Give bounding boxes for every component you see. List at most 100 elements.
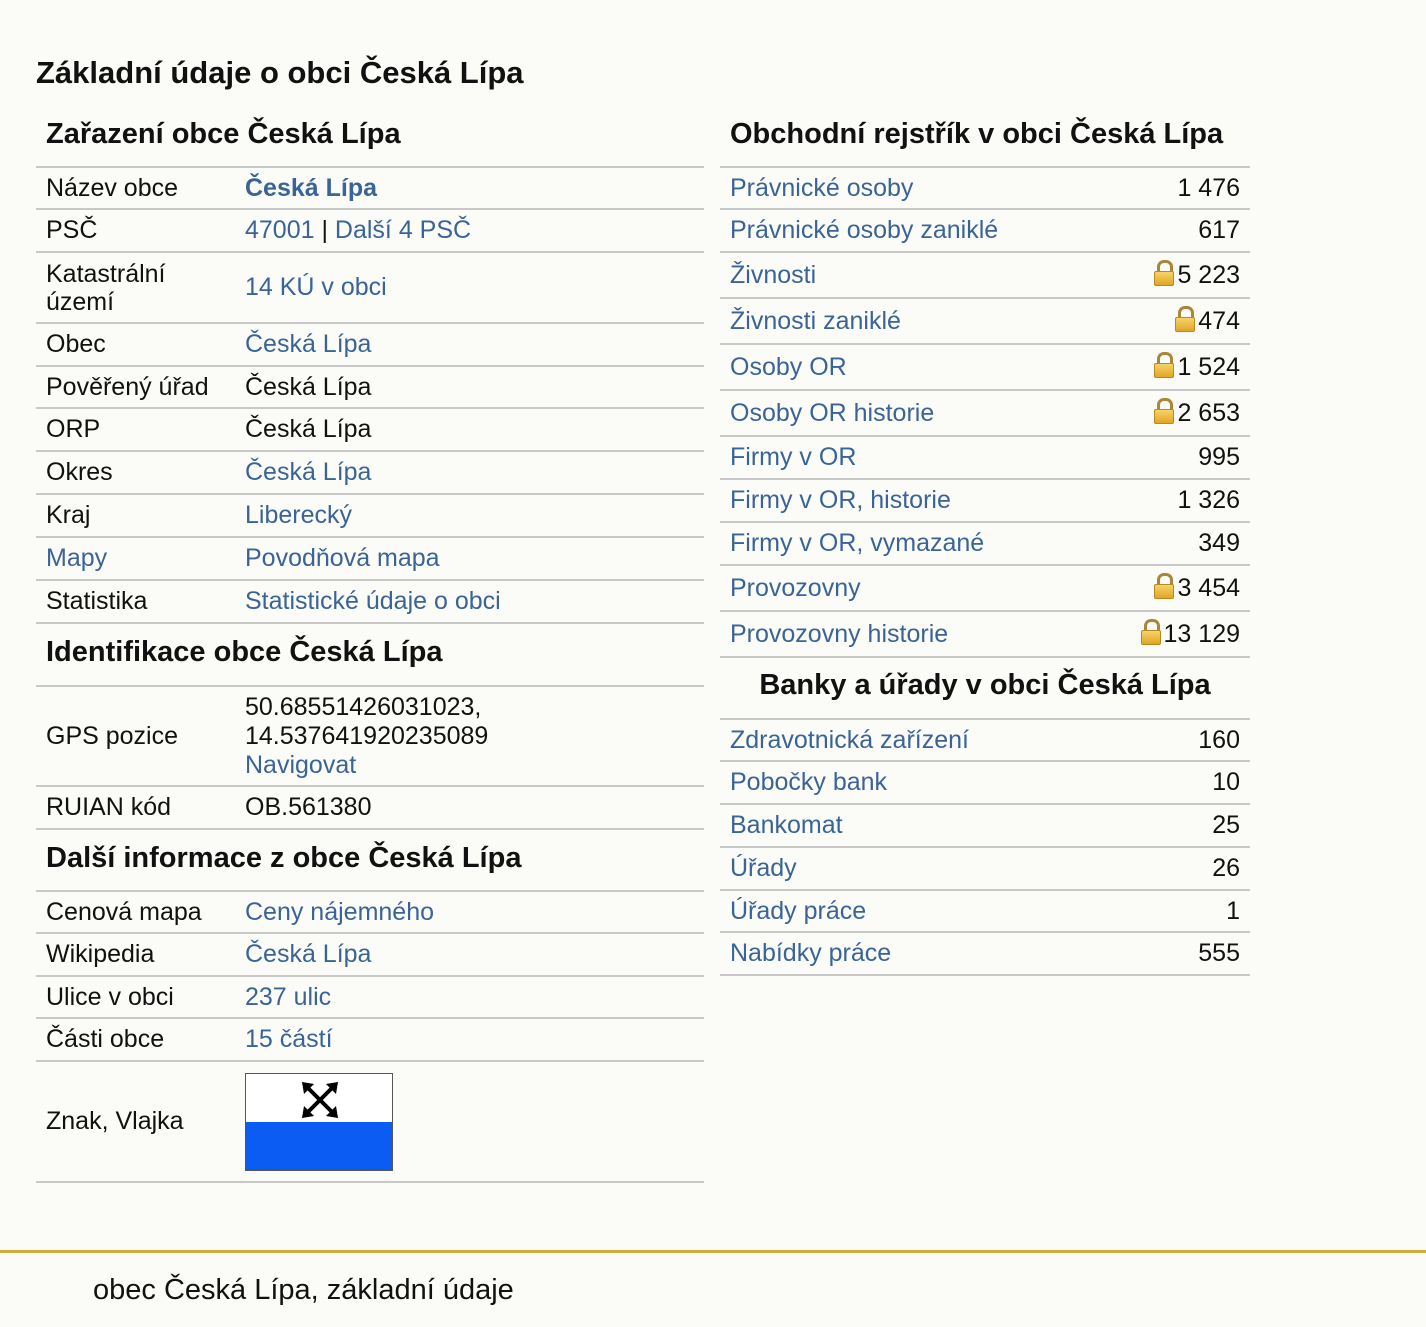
label-wikipedia: Wikipedia bbox=[46, 940, 155, 968]
lock-icon bbox=[1154, 352, 1175, 378]
row-okres: Okres Česká Lípa bbox=[36, 452, 704, 495]
banky-row-link[interactable]: Zdravotnická zařízení bbox=[730, 726, 969, 755]
banky-row-value: 10 bbox=[1212, 768, 1240, 796]
flag-image bbox=[245, 1072, 393, 1171]
rejstrik-row-link[interactable]: Živnosti bbox=[730, 261, 816, 290]
section-title-identifikace: Identifikace obce Česká Lípa bbox=[36, 624, 704, 687]
banky-row-link[interactable]: Úřady práce bbox=[730, 897, 866, 926]
label-okres: Okres bbox=[46, 458, 113, 486]
rejstrik-row-value: 617 bbox=[1198, 216, 1240, 245]
row-katastr: Katastrální území 14 KÚ v obci bbox=[36, 253, 704, 324]
rejstrik-row-link[interactable]: Osoby OR historie bbox=[730, 399, 934, 428]
link-mapy[interactable]: Mapy bbox=[46, 544, 107, 572]
rejstrik-row-link[interactable]: Provozovny bbox=[730, 574, 861, 603]
value-ruian: OB.561380 bbox=[245, 793, 372, 821]
link-katastr[interactable]: 14 KÚ v obci bbox=[245, 273, 387, 301]
banky-row-value: 25 bbox=[1212, 811, 1240, 839]
rejstrik-row-number: 349 bbox=[1198, 529, 1240, 557]
row-povereny-urad: Pověřený úřad Česká Lípa bbox=[36, 367, 704, 409]
link-dalsi-psc[interactable]: Další 4 PSČ bbox=[335, 216, 471, 244]
row-znak-vlajka: Znak, Vlajka bbox=[36, 1062, 704, 1183]
rejstrik-row-link[interactable]: Právnické osoby bbox=[730, 174, 913, 203]
link-okres[interactable]: Česká Lípa bbox=[245, 458, 371, 486]
row-orp: ORP Česká Lípa bbox=[36, 409, 704, 452]
section-title-rejstrik: Obchodní rejstřík v obci Česká Lípa bbox=[720, 112, 1250, 168]
banky-row: Úřady 26 bbox=[720, 848, 1250, 891]
link-ceny-najemneho[interactable]: Ceny nájemného bbox=[245, 898, 434, 926]
banky-row: Nabídky práce 555 bbox=[720, 933, 1250, 976]
gps-lat: 50.68551426031023, bbox=[245, 692, 482, 721]
rejstrik-row-link[interactable]: Firmy v OR, vymazané bbox=[730, 529, 984, 558]
link-ulice[interactable]: 237 ulic bbox=[245, 983, 331, 1011]
row-psc: PSČ 47001 | Další 4 PSČ bbox=[36, 210, 704, 253]
link-statistika[interactable]: Statistické údaje o obci bbox=[245, 587, 501, 615]
rejstrik-row-value: 2 653 bbox=[1154, 398, 1240, 428]
rejstrik-row-link[interactable]: Právnické osoby zaniklé bbox=[730, 216, 998, 245]
banky-row-link[interactable]: Pobočky bank bbox=[730, 768, 887, 797]
rejstrik-table: Právnické osoby 1 476 Právnické osoby zani… bbox=[720, 168, 1250, 658]
label-ulice: Ulice v obci bbox=[46, 982, 174, 1011]
label-gps: GPS pozice bbox=[46, 721, 179, 750]
link-obec[interactable]: Česká Lípa bbox=[245, 330, 371, 358]
row-cenova-mapa: Cenová mapa Ceny nájemného bbox=[36, 892, 704, 934]
rejstrik-row-value: 13 129 bbox=[1140, 619, 1240, 649]
banky-row: Úřady práce 1 bbox=[720, 891, 1250, 933]
rejstrik-row-value: 349 bbox=[1198, 529, 1240, 558]
rejstrik-row: Právnické osoby 1 476 bbox=[720, 168, 1250, 210]
rejstrik-row: Firmy v OR 995 bbox=[720, 437, 1250, 480]
banky-row-value: 1 bbox=[1226, 896, 1240, 925]
crossed-arrows-icon bbox=[302, 1081, 338, 1118]
label-psc: PSČ bbox=[46, 216, 98, 244]
rejstrik-row: Firmy v OR, historie 1 326 bbox=[720, 480, 1250, 523]
lock-icon bbox=[1175, 306, 1196, 332]
label-katastr: Katastrální území bbox=[46, 259, 166, 316]
rejstrik-row: Živnosti zaniklé 474 bbox=[720, 299, 1250, 345]
banky-row-link[interactable]: Úřady bbox=[730, 854, 797, 883]
rejstrik-row-number: 2 653 bbox=[1177, 398, 1240, 427]
row-mapy: Mapy Povodňová mapa bbox=[36, 538, 704, 581]
row-nazev-obce: Název obce Česká Lípa bbox=[36, 168, 704, 210]
lock-icon bbox=[1154, 398, 1175, 424]
banky-row: Pobočky bank 10 bbox=[720, 762, 1250, 805]
rejstrik-row-link[interactable]: Osoby OR bbox=[730, 353, 847, 382]
link-casti-obce[interactable]: 15 částí bbox=[245, 1025, 333, 1053]
rejstrik-row-value: 1 326 bbox=[1177, 486, 1240, 515]
link-kraj[interactable]: Liberecký bbox=[245, 501, 352, 529]
rejstrik-row-value: 5 223 bbox=[1154, 260, 1240, 290]
rejstrik-row-value: 3 454 bbox=[1154, 573, 1240, 603]
link-nazev-obce[interactable]: Česká Lípa bbox=[245, 174, 377, 202]
rejstrik-row: Osoby OR 1 524 bbox=[720, 345, 1250, 391]
rejstrik-row: Firmy v OR, vymazané 349 bbox=[720, 523, 1250, 566]
banky-row-link[interactable]: Nabídky práce bbox=[730, 939, 891, 968]
page-title: Základní údaje o obci Česká Lípa bbox=[36, 55, 524, 90]
link-wikipedia[interactable]: Česká Lípa bbox=[245, 940, 371, 968]
rejstrik-row-number: 617 bbox=[1198, 216, 1240, 244]
rejstrik-row-link[interactable]: Firmy v OR bbox=[730, 443, 856, 472]
row-wikipedia: Wikipedia Česká Lípa bbox=[36, 934, 704, 977]
label-kraj: Kraj bbox=[46, 501, 91, 529]
banky-row: Bankomat 25 bbox=[720, 805, 1250, 848]
banky-row-value: 26 bbox=[1212, 854, 1240, 882]
label-obec: Obec bbox=[46, 330, 106, 358]
label-povereny-urad: Pověřený úřad bbox=[46, 372, 209, 401]
footer: obec Česká Lípa, základní údaje bbox=[0, 1250, 1426, 1327]
banky-row-value: 160 bbox=[1198, 725, 1240, 754]
value-povereny-urad: Česká Lípa bbox=[245, 372, 372, 401]
rejstrik-row: Živnosti 5 223 bbox=[720, 253, 1250, 299]
row-casti-obce: Části obce 15 částí bbox=[36, 1019, 704, 1062]
link-navigovat[interactable]: Navigovat bbox=[245, 751, 704, 780]
rejstrik-row-link[interactable]: Provozovny historie bbox=[730, 620, 948, 649]
link-povodnova-mapa[interactable]: Povodňová mapa bbox=[245, 544, 440, 572]
rejstrik-row: Právnické osoby zaniklé 617 bbox=[720, 210, 1250, 253]
rejstrik-row-number: 13 129 bbox=[1163, 619, 1240, 648]
rejstrik-row-link[interactable]: Firmy v OR, historie bbox=[730, 486, 951, 515]
rejstrik-row-link[interactable]: Živnosti zaniklé bbox=[730, 307, 901, 336]
link-psc[interactable]: 47001 bbox=[245, 216, 315, 244]
rejstrik-row: Osoby OR historie 2 653 bbox=[720, 391, 1250, 437]
banky-row-link[interactable]: Bankomat bbox=[730, 811, 843, 840]
label-cenova-mapa: Cenová mapa bbox=[46, 897, 202, 926]
footer-text: obec Česká Lípa, základní údaje bbox=[93, 1274, 514, 1306]
label-statistika: Statistika bbox=[46, 587, 148, 615]
rejstrik-row-number: 474 bbox=[1198, 306, 1240, 335]
banky-row: Zdravotnická zařízení 160 bbox=[720, 720, 1250, 762]
